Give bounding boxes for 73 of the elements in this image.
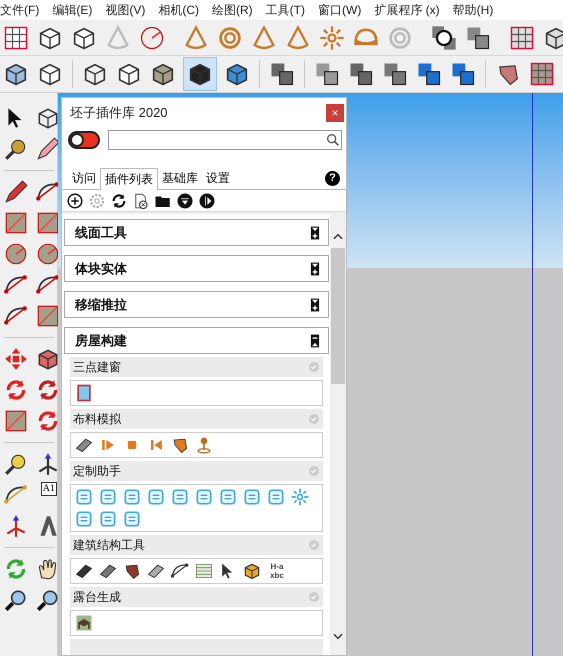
panel-icon[interactable] [170,487,190,507]
panel-icon[interactable] [74,509,94,529]
panel-icon[interactable] [242,487,262,507]
text-tool-label[interactable]: A1 [40,482,57,496]
refresh-icon[interactable] [110,192,128,210]
panel-icon[interactable] [74,487,94,507]
collapse-all-icon[interactable] [176,192,194,210]
tab[interactable]: 插件列表 [100,168,158,190]
panel-icon[interactable] [122,487,142,507]
check-icon[interactable] [308,413,320,425]
tab[interactable]: 设置 [202,168,234,189]
funnel-icon[interactable] [182,24,210,52]
check-icon[interactable] [308,591,320,603]
circle-icon[interactable] [3,241,29,267]
sheet-icon[interactable] [194,561,214,581]
menu-item[interactable]: 绘图(R) [212,1,253,19]
menu-item[interactable]: 视图(V) [105,1,146,19]
plugin-title: 布料模拟 [73,411,121,428]
category-title: 体块实体 [75,260,127,278]
plugin-title: 定制助手 [73,463,121,480]
add-icon[interactable] [66,192,84,210]
plugin-header[interactable]: 三点建窗 [70,357,323,377]
category-header[interactable]: 体块实体 [64,255,329,282]
rectangle-icon[interactable] [3,210,29,236]
cone-icon[interactable] [250,24,278,52]
toggle-switch[interactable] [68,131,100,149]
check-icon[interactable] [308,361,320,373]
remove-file-icon[interactable] [132,192,150,210]
check-icon[interactable] [308,465,320,477]
plugin-header[interactable]: 露台生成 [70,587,323,607]
selected-tool-button[interactable] [183,57,217,91]
category-title: 房屋构建 [75,332,127,350]
sun-icon[interactable] [318,24,346,52]
plugin-header[interactable]: 布料模拟 [70,409,323,429]
menu-item[interactable]: 相机(C) [158,1,199,19]
panel-icon[interactable] [266,487,286,507]
plugin-header[interactable]: 定制助手 [70,461,323,481]
menu-item[interactable]: 窗口(W) [318,1,362,19]
menu-item[interactable]: 扩展程序 (x) [374,1,440,19]
plugin-title: 三点建窗 [73,359,121,376]
tab[interactable]: 基础库 [158,168,202,189]
move-icon[interactable] [3,346,29,372]
close-button[interactable]: × [326,104,344,122]
panel-icon[interactable] [218,487,238,507]
tab[interactable]: 访问 [68,168,100,189]
rectangle-icon[interactable] [35,210,61,236]
panel-title: 坯子插件库 2020 [70,104,168,122]
expand-icon[interactable] [198,192,216,210]
category-header[interactable]: 房屋构建 [64,327,329,354]
category-title: 线面工具 [75,224,127,242]
category-title: 移缩推拉 [75,296,127,314]
box-icon[interactable] [242,561,262,581]
category-header[interactable]: 移缩推拉 [64,291,329,318]
search-icon[interactable] [325,132,341,148]
menu-item[interactable]: 帮助(H) [452,1,494,19]
panel-icon[interactable] [98,487,118,507]
grid-icon[interactable] [528,60,556,88]
panel-icon[interactable] [146,487,166,507]
panel-icon[interactable] [194,487,214,507]
table-icon[interactable] [74,613,94,633]
plugin-title: 建筑结构工具 [73,537,145,554]
tool-button[interactable]: H-a xbc [266,562,288,580]
menu-item[interactable]: 文件(F) [0,1,40,19]
search-field[interactable] [108,130,342,150]
category-header[interactable]: 线面工具 [64,219,329,246]
check-icon[interactable] [308,539,320,551]
menu-item[interactable]: 工具(T) [266,1,305,19]
plugin-title: 露台生成 [73,589,121,606]
menu-item[interactable]: 编辑(E) [52,1,92,19]
plugin-header[interactable]: 建筑结构工具 [70,535,323,555]
pencil-icon[interactable] [3,179,29,205]
scrollbar[interactable] [330,212,346,655]
help-button[interactable]: ? [325,171,340,186]
